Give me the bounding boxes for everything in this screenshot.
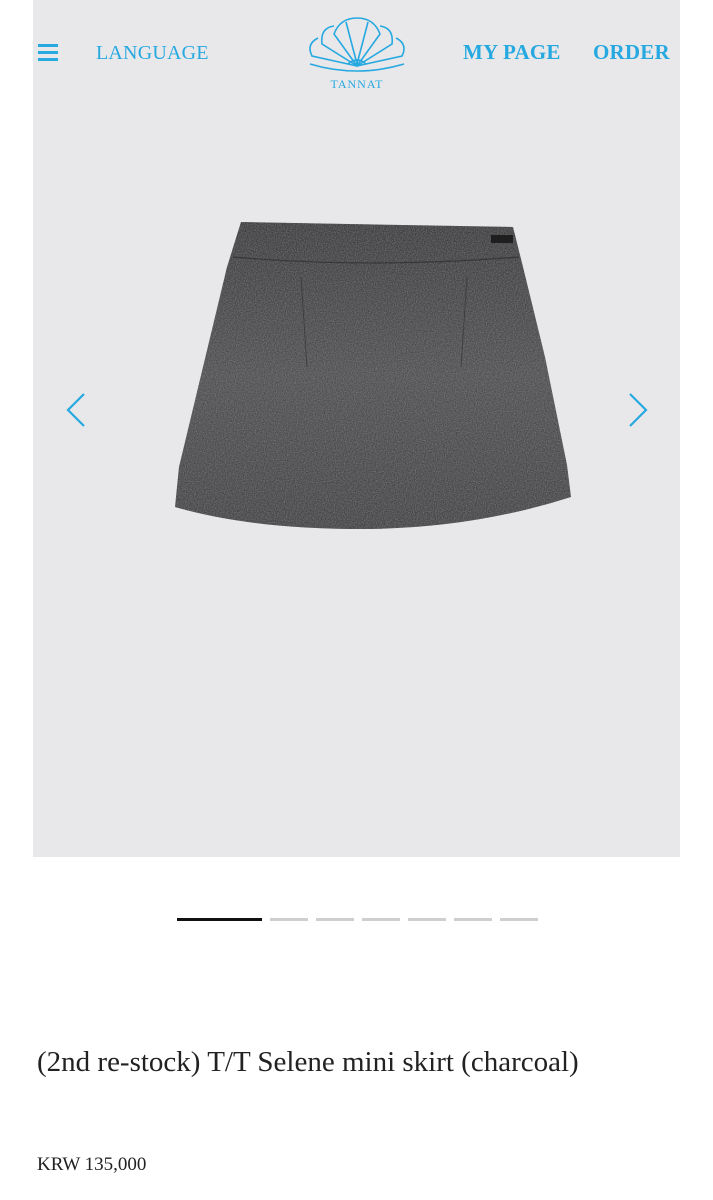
chevron-right-icon[interactable]: [626, 390, 650, 430]
product-image: [175, 222, 571, 529]
chevron-left-icon[interactable]: [64, 390, 88, 430]
product-title: (2nd re-stock) T/T Selene mini skirt (ch…: [37, 1046, 579, 1078]
site-header: LANGUAGE TANNAT MY PAGE ORDER: [0, 0, 713, 110]
shell-logo-icon: [309, 17, 405, 72]
product-image-carousel[interactable]: [33, 0, 680, 857]
logo-text: TANNAT: [330, 77, 384, 91]
product-price: KRW 135,000: [37, 1154, 147, 1175]
pager-dot-4[interactable]: [362, 918, 400, 921]
pager-dot-6[interactable]: [454, 918, 492, 921]
pager-dot-5[interactable]: [408, 918, 446, 921]
language-link[interactable]: LANGUAGE: [96, 42, 209, 65]
order-link[interactable]: ORDER: [593, 40, 670, 65]
carousel-pager: [0, 918, 713, 924]
hamburger-menu-icon[interactable]: [38, 44, 58, 62]
pager-dot-2[interactable]: [270, 918, 308, 921]
pager-dot-3[interactable]: [316, 918, 354, 921]
my-page-link[interactable]: MY PAGE: [463, 40, 561, 65]
pager-dot-1[interactable]: [177, 918, 262, 921]
brand-logo[interactable]: TANNAT: [304, 14, 410, 94]
pager-dot-7[interactable]: [500, 918, 538, 921]
